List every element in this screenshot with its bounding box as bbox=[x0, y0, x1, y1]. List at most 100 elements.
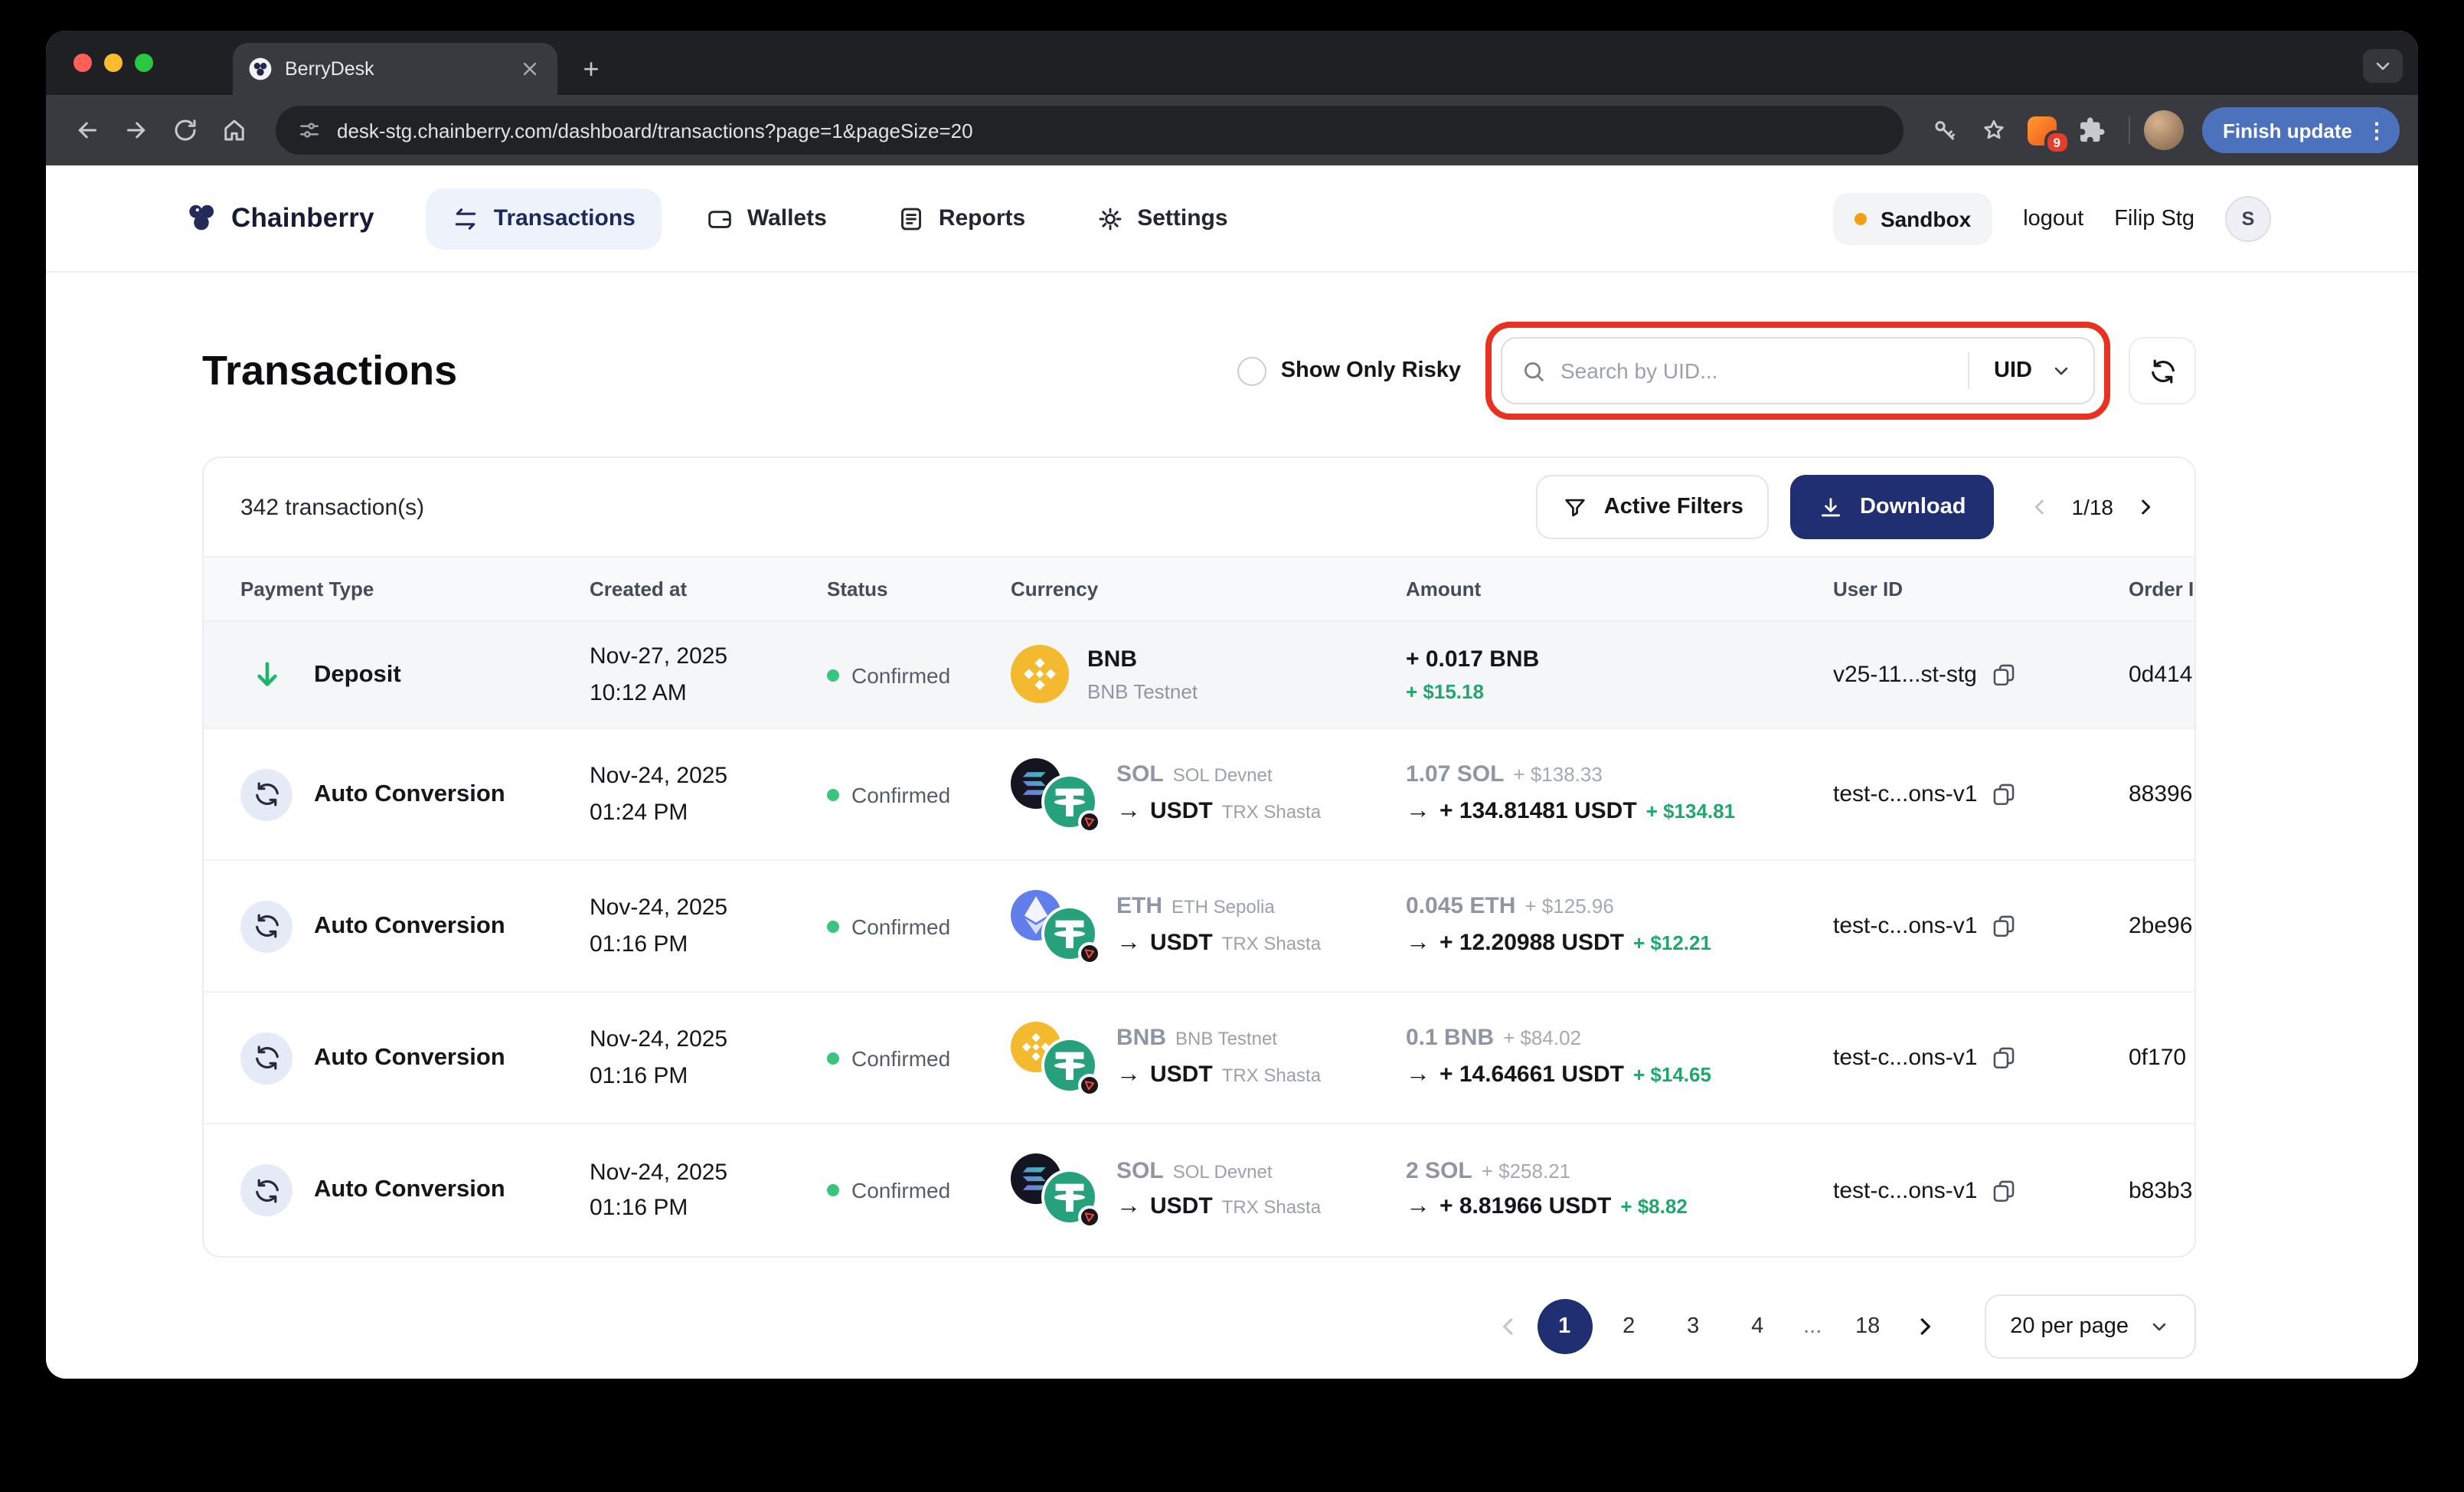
currency-pair-icons bbox=[1011, 890, 1098, 962]
nav-settings[interactable]: Settings bbox=[1070, 188, 1253, 249]
download-icon bbox=[1819, 494, 1845, 520]
status-label: Confirmed bbox=[851, 1178, 950, 1202]
brand-name: Chainberry bbox=[231, 202, 374, 234]
from-amount: 0.1 BNB bbox=[1406, 1021, 1494, 1057]
copy-icon[interactable] bbox=[1991, 781, 2017, 807]
copy-icon[interactable] bbox=[1991, 1045, 2017, 1071]
pagination-ellipsis: ... bbox=[1794, 1299, 1831, 1354]
browser-toolbar: desk-stg.chainberry.com/dashboard/transa… bbox=[46, 95, 2418, 165]
logout-link[interactable]: logout bbox=[2023, 206, 2083, 231]
from-currency: SOL bbox=[1116, 757, 1164, 793]
passwords-key-icon[interactable] bbox=[1921, 107, 1967, 153]
table-row[interactable]: Auto ConversionNov-24, 202501:16 PMConfi… bbox=[204, 861, 2194, 993]
page-button-3[interactable]: 3 bbox=[1665, 1299, 1721, 1354]
kebab-menu-icon[interactable]: ⋮ bbox=[2366, 117, 2387, 143]
nav-label: Settings bbox=[1137, 205, 1227, 231]
created-time: 01:16 PM bbox=[590, 926, 790, 962]
to-network: TRX Shasta bbox=[1222, 797, 1321, 826]
page-button-1[interactable]: 1 bbox=[1537, 1299, 1592, 1354]
per-page-select[interactable]: 20 per page bbox=[1984, 1294, 2196, 1359]
address-bar[interactable]: desk-stg.chainberry.com/dashboard/transa… bbox=[276, 106, 1903, 155]
table-row[interactable]: Auto ConversionNov-24, 202501:16 PMConfi… bbox=[204, 1124, 2194, 1256]
col-created-at: Created at bbox=[553, 558, 790, 620]
nav-label: Wallets bbox=[747, 205, 827, 231]
prev-page-chevron-icon[interactable] bbox=[2028, 495, 2052, 519]
copy-icon[interactable] bbox=[1991, 662, 2017, 688]
tab-search-chevron-icon[interactable] bbox=[2363, 49, 2403, 83]
table-row[interactable]: Auto ConversionNov-24, 202501:16 PMConfi… bbox=[204, 993, 2194, 1124]
close-window-button[interactable] bbox=[74, 54, 92, 72]
currency-network: BNB Testnet bbox=[1087, 677, 1198, 708]
main-nav: Transactions Wallets Reports bbox=[426, 188, 1254, 249]
next-page-chevron-icon[interactable] bbox=[2133, 495, 2158, 519]
user-avatar[interactable]: S bbox=[2225, 195, 2271, 241]
conversion-arrow: → bbox=[1406, 1056, 1430, 1094]
browser-tab-strip: BerryDesk + bbox=[46, 31, 2418, 95]
status-label: Confirmed bbox=[851, 1045, 950, 1070]
user-id: test-c...ons-v1 bbox=[1833, 913, 1977, 939]
finish-update-button[interactable]: Finish update ⋮ bbox=[2201, 107, 2400, 153]
finish-update-label: Finish update bbox=[2223, 119, 2352, 142]
from-network: BNB Testnet bbox=[1175, 1026, 1277, 1054]
nav-wallets[interactable]: Wallets bbox=[680, 188, 853, 249]
page-button-2[interactable]: 2 bbox=[1601, 1299, 1656, 1354]
back-button[interactable] bbox=[64, 107, 110, 153]
to-network: TRX Shasta bbox=[1222, 1193, 1321, 1222]
nav-transactions[interactable]: Transactions bbox=[426, 188, 662, 249]
copy-icon[interactable] bbox=[1991, 913, 2017, 939]
chainberry-logo[interactable]: Chainberry bbox=[184, 201, 374, 236]
browser-tab[interactable]: BerryDesk bbox=[233, 43, 557, 95]
page-indicator: 1/18 bbox=[2072, 495, 2114, 519]
table-row[interactable]: Auto ConversionNov-24, 202501:24 PMConfi… bbox=[204, 729, 2194, 861]
extension-badge: 9 bbox=[2044, 129, 2070, 155]
conversion-arrow: → bbox=[1406, 793, 1430, 831]
status-dot-icon bbox=[827, 1052, 839, 1064]
download-label: Download bbox=[1860, 495, 1966, 519]
table-row[interactable]: DepositNov-27, 202510:12 AMConfirmedBNBB… bbox=[204, 622, 2194, 729]
active-filters-button[interactable]: Active Filters bbox=[1537, 475, 1770, 539]
zoom-window-button[interactable] bbox=[135, 54, 153, 72]
copy-icon[interactable] bbox=[1991, 1177, 2017, 1203]
reload-button[interactable] bbox=[162, 107, 208, 153]
forward-button[interactable] bbox=[113, 107, 159, 153]
chevron-down-icon bbox=[2051, 360, 2072, 381]
nav-reports[interactable]: Reports bbox=[871, 188, 1051, 249]
amount-usd: + $15.18 bbox=[1406, 677, 1484, 708]
bookmark-star-icon[interactable] bbox=[1970, 107, 2016, 153]
conversion-arrow: → bbox=[1116, 1056, 1141, 1094]
browser-window: BerryDesk + bbox=[46, 31, 2418, 1379]
pagination-next-icon[interactable] bbox=[1910, 1313, 1938, 1340]
search-control: UID bbox=[1501, 337, 2095, 404]
transactions-count: 342 transaction(s) bbox=[240, 494, 424, 520]
active-filters-label: Active Filters bbox=[1604, 495, 1743, 519]
transactions-card: 342 transaction(s) Active Filters bbox=[202, 456, 2196, 1258]
site-info-icon[interactable] bbox=[297, 118, 322, 142]
transactions-icon bbox=[453, 204, 480, 232]
profile-avatar[interactable] bbox=[2143, 110, 2183, 150]
environment-badge: Sandbox bbox=[1833, 192, 1992, 244]
conversion-arrow: → bbox=[1116, 793, 1141, 831]
new-tab-button[interactable]: + bbox=[570, 47, 613, 90]
download-button[interactable]: Download bbox=[1791, 475, 1994, 539]
pagination-prev-icon[interactable] bbox=[1494, 1313, 1521, 1340]
risky-checkbox[interactable] bbox=[1238, 356, 1267, 385]
minimize-window-button[interactable] bbox=[104, 54, 123, 72]
extensions-puzzle-icon[interactable] bbox=[2068, 107, 2114, 153]
conversion-arrow: → bbox=[1406, 1189, 1430, 1227]
tab-close-icon[interactable] bbox=[518, 57, 542, 81]
berrydesk-app: Chainberry Transactions Wallets bbox=[46, 165, 2418, 1379]
col-currency: Currency bbox=[974, 558, 1369, 620]
to-currency: USDT bbox=[1150, 924, 1213, 960]
refresh-button[interactable] bbox=[2129, 337, 2196, 404]
amount-value: + 0.017 BNB bbox=[1406, 642, 1539, 678]
annotation-highlight-box: UID bbox=[1485, 322, 2110, 420]
search-input[interactable] bbox=[1560, 358, 1949, 383]
home-button[interactable] bbox=[211, 107, 257, 153]
page-button-18[interactable]: 18 bbox=[1840, 1299, 1895, 1354]
from-network: SOL Devnet bbox=[1173, 1158, 1273, 1186]
usdt-coin-icon bbox=[1044, 908, 1095, 959]
page-button-4[interactable]: 4 bbox=[1730, 1299, 1785, 1354]
search-type-select[interactable]: UID bbox=[1969, 358, 2093, 383]
extension-icon[interactable]: 9 bbox=[2019, 107, 2065, 153]
show-only-risky-toggle[interactable]: Show Only Risky bbox=[1238, 356, 1461, 385]
